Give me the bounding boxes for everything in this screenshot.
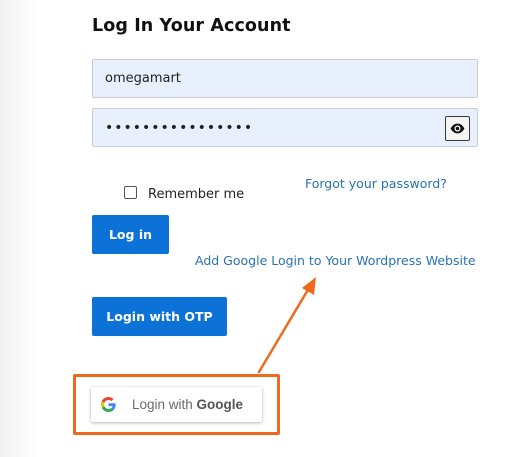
google-login-brand: Google bbox=[196, 397, 244, 412]
remember-me-checkbox[interactable] bbox=[124, 186, 137, 199]
google-g-icon bbox=[101, 397, 116, 412]
show-password-button[interactable] bbox=[445, 116, 470, 141]
annotation-link[interactable]: Add Google Login to Your Wordpress Websi… bbox=[195, 253, 476, 268]
password-input[interactable] bbox=[92, 108, 478, 147]
remember-me: Remember me bbox=[124, 185, 245, 202]
login-button[interactable]: Log in bbox=[92, 215, 169, 254]
google-login-button[interactable]: Login with Google bbox=[91, 387, 262, 422]
eye-icon bbox=[450, 123, 465, 134]
page-title: Log In Your Account bbox=[92, 16, 291, 36]
username-input[interactable] bbox=[92, 59, 478, 98]
google-login-label: Login with Google bbox=[132, 397, 243, 412]
google-login-prefix: Login with bbox=[132, 397, 197, 412]
login-otp-button[interactable]: Login with OTP bbox=[92, 297, 227, 336]
remember-me-label: Remember me bbox=[148, 187, 245, 202]
login-page: Log In Your Account Remember me Forgot y… bbox=[0, 0, 521, 457]
forgot-password-link[interactable]: Forgot your password? bbox=[305, 176, 447, 191]
